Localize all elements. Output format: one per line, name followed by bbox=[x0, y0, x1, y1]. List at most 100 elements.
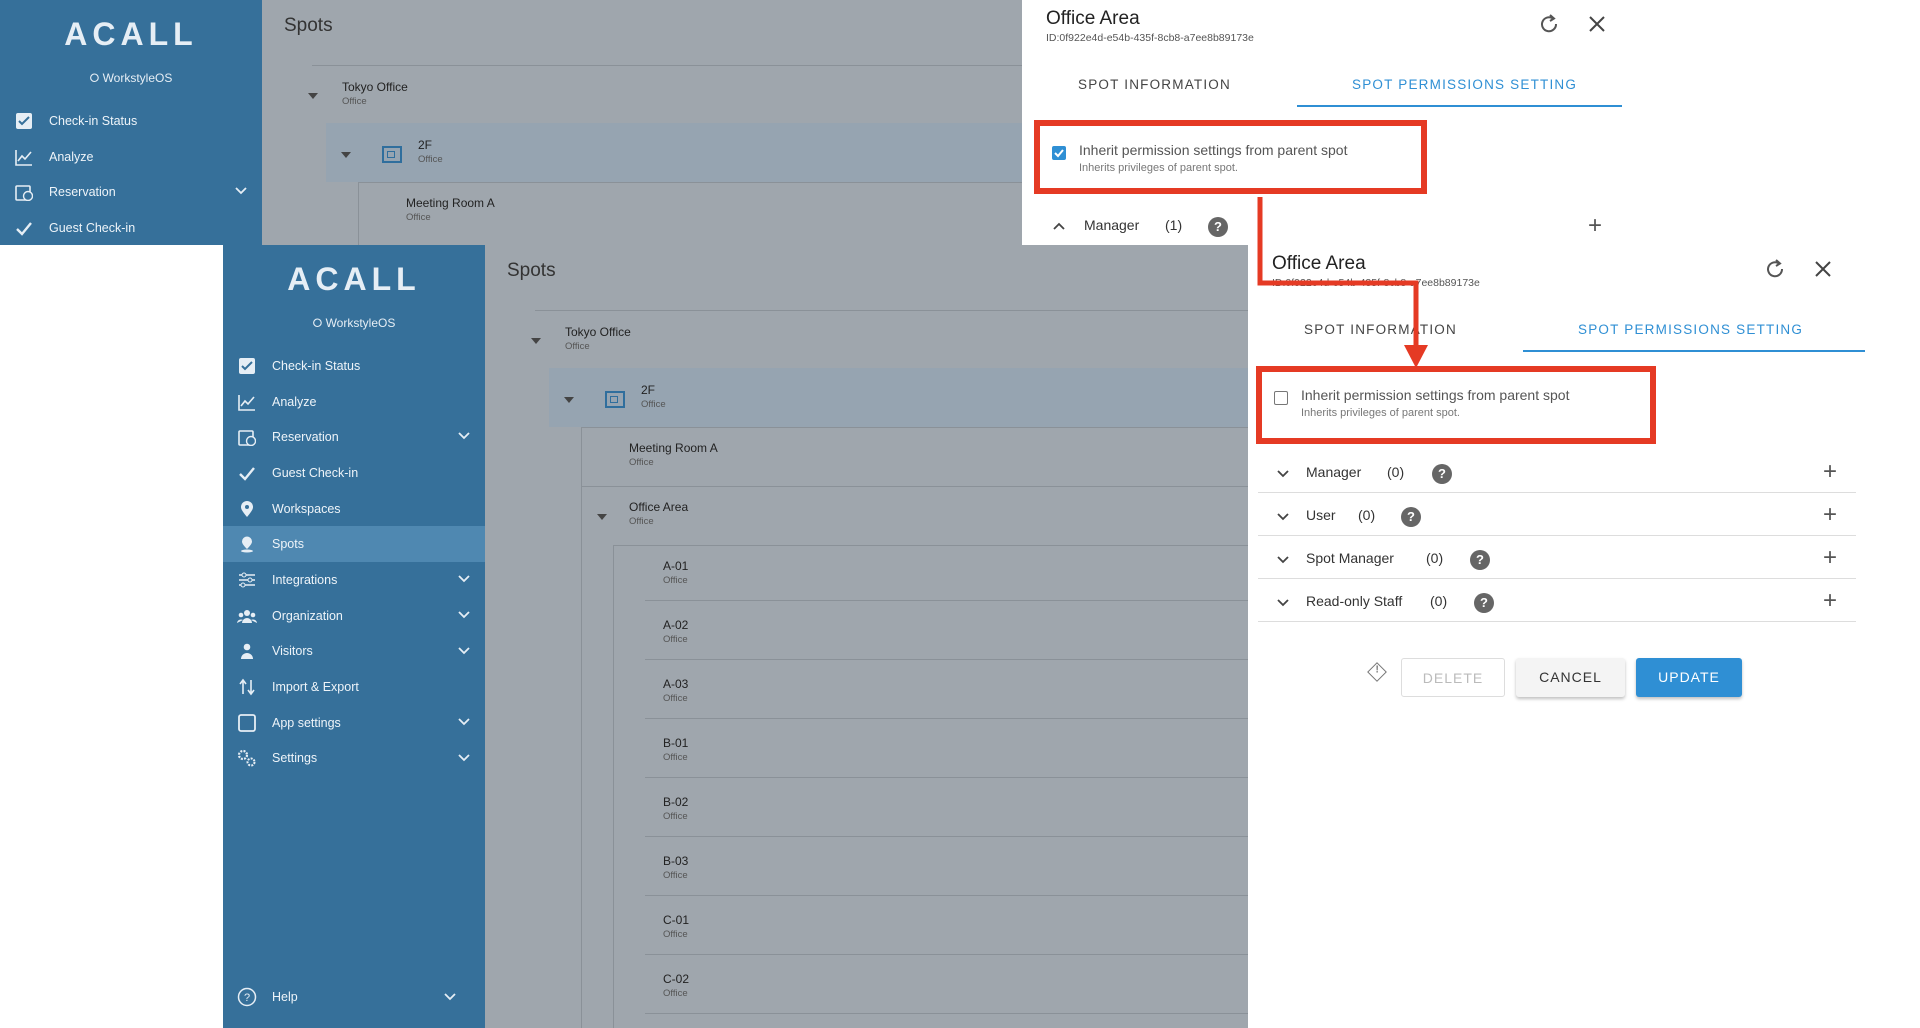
tree-item-desk[interactable]: C-01 Office bbox=[663, 913, 689, 940]
chevron-down-icon[interactable] bbox=[1276, 510, 1290, 529]
sidebar-item-label: Guest Check-in bbox=[49, 220, 136, 235]
chevron-down-icon[interactable] bbox=[457, 572, 471, 589]
permission-name: Manager bbox=[1306, 464, 1362, 480]
sidebar-item-guest-check-in[interactable]: Guest Check-in bbox=[223, 455, 485, 491]
help-icon[interactable]: ? bbox=[1208, 217, 1228, 237]
visitor-icon bbox=[237, 641, 257, 661]
chevron-down-icon[interactable] bbox=[1276, 553, 1290, 572]
caret-down-icon[interactable] bbox=[308, 93, 318, 99]
tree-item-desk[interactable]: B-03 Office bbox=[663, 854, 688, 881]
chevron-down-icon[interactable] bbox=[457, 608, 471, 625]
add-icon[interactable]: + bbox=[1823, 589, 1837, 613]
sidebar-item-check-in-status[interactable]: Check-in Status bbox=[223, 348, 485, 384]
delete-button[interactable]: DELETE bbox=[1401, 658, 1505, 697]
sidebar: ACALL ⭘ WorkstyleOS Check-in Status Anal… bbox=[223, 245, 485, 1028]
sidebar-item-organization[interactable]: Organization bbox=[223, 598, 485, 634]
sidebar-item-label: Settings bbox=[272, 751, 318, 766]
chevron-down-icon[interactable] bbox=[457, 644, 471, 661]
permission-name: Spot Manager bbox=[1306, 550, 1394, 566]
sidebar-item-visitors[interactable]: Visitors bbox=[223, 634, 485, 670]
calendar-icon bbox=[237, 427, 257, 447]
add-icon[interactable]: + bbox=[1588, 214, 1602, 238]
tree-item-desk[interactable]: B-02 Office bbox=[663, 795, 688, 822]
tree-item-tokyo-office[interactable]: Tokyo Office Office bbox=[342, 80, 408, 107]
chevron-down-icon[interactable] bbox=[443, 990, 457, 1007]
calendar-icon bbox=[14, 182, 34, 202]
tree-item-2f[interactable]: 2F Office bbox=[641, 383, 666, 410]
refresh-icon[interactable] bbox=[1537, 12, 1561, 41]
sidebar-item-label: Reservation bbox=[272, 430, 339, 445]
tab-spot-permissions[interactable]: SPOT PERMISSIONS SETTING bbox=[1578, 322, 1803, 337]
permission-row-read-only-staff[interactable]: Read-only Staff (0) ? + bbox=[1258, 580, 1856, 622]
permission-row-user[interactable]: User (0) ? + bbox=[1258, 494, 1856, 536]
gear-icon bbox=[237, 748, 257, 768]
permission-count: (1) bbox=[1165, 217, 1183, 233]
help-icon[interactable]: ? bbox=[1432, 464, 1452, 484]
update-button[interactable]: UPDATE bbox=[1636, 658, 1742, 697]
refresh-icon[interactable] bbox=[1763, 257, 1787, 286]
help-icon[interactable]: ? bbox=[1401, 507, 1421, 527]
close-icon[interactable] bbox=[1813, 259, 1833, 284]
chart-icon bbox=[14, 147, 34, 167]
tree-item-desk[interactable]: C-02 Office bbox=[663, 972, 689, 999]
tree-item-2f[interactable]: 2F Office bbox=[418, 138, 443, 165]
add-icon[interactable]: + bbox=[1823, 546, 1837, 570]
add-icon[interactable]: + bbox=[1823, 503, 1837, 527]
sidebar-item-analyze[interactable]: Analyze bbox=[223, 384, 485, 420]
sidebar-item-reservation[interactable]: Reservation bbox=[0, 174, 262, 210]
tree-item-office-area[interactable]: Office Area Office bbox=[629, 500, 688, 527]
spot-id: ID:0f922e4d-e54b-435f-8cb8-a7ee8b89173e bbox=[1046, 32, 1254, 44]
caret-down-icon[interactable] bbox=[341, 152, 351, 158]
permission-count: (0) bbox=[1358, 507, 1376, 523]
checkbox-icon bbox=[14, 111, 34, 131]
caret-down-icon[interactable] bbox=[564, 397, 574, 403]
chevron-down-icon[interactable] bbox=[234, 184, 248, 201]
highlight-box bbox=[1034, 120, 1427, 194]
check-icon bbox=[237, 463, 257, 483]
chevron-down-icon[interactable] bbox=[1276, 467, 1290, 486]
sidebar-item-app-settings[interactable]: App settings bbox=[223, 705, 485, 741]
sidebar-item-workspaces[interactable]: Workspaces bbox=[223, 491, 485, 527]
help-link[interactable]: ? Help bbox=[237, 987, 471, 1007]
warning-icon: ! bbox=[1367, 662, 1387, 682]
caret-down-icon[interactable] bbox=[531, 338, 541, 344]
sidebar-item-analyze[interactable]: Analyze bbox=[0, 139, 262, 175]
chevron-down-icon[interactable] bbox=[457, 429, 471, 446]
cancel-button[interactable]: CANCEL bbox=[1516, 658, 1625, 697]
permission-row-spot-manager[interactable]: Spot Manager (0) ? + bbox=[1258, 537, 1856, 579]
sidebar-item-guest-check-in[interactable]: Guest Check-in bbox=[0, 210, 262, 245]
tree-item-tokyo-office[interactable]: Tokyo Office Office bbox=[565, 325, 631, 352]
sidebar-nav: Check-in Status Analyze Reservation Gues… bbox=[223, 348, 485, 776]
permission-count: (0) bbox=[1387, 464, 1405, 480]
workstyle-logo: ⭘ WorkstyleOS bbox=[89, 71, 173, 85]
close-icon[interactable] bbox=[1587, 14, 1607, 39]
chevron-down-icon[interactable] bbox=[457, 715, 471, 732]
tab-spot-information[interactable]: SPOT INFORMATION bbox=[1078, 77, 1231, 92]
add-icon[interactable]: + bbox=[1823, 460, 1837, 484]
tree-item-meeting-room-a[interactable]: Meeting Room A Office bbox=[629, 441, 718, 468]
tree-item-desk[interactable]: A-01 Office bbox=[663, 559, 688, 586]
help-icon[interactable]: ? bbox=[1474, 593, 1494, 613]
chevron-up-icon[interactable] bbox=[1052, 219, 1066, 238]
tab-spot-permissions[interactable]: SPOT PERMISSIONS SETTING bbox=[1352, 77, 1577, 92]
help-icon[interactable]: ? bbox=[1470, 550, 1490, 570]
sidebar-item-integrations[interactable]: Integrations bbox=[223, 562, 485, 598]
sidebar-item-settings[interactable]: Settings bbox=[223, 741, 485, 777]
tree-item-meeting-room-a[interactable]: Meeting Room A Office bbox=[406, 196, 495, 223]
chevron-down-icon[interactable] bbox=[1276, 596, 1290, 615]
sidebar-item-label: Check-in Status bbox=[272, 358, 361, 373]
tree-item-desk[interactable]: B-01 Office bbox=[663, 736, 688, 763]
screenshot-before: ACALL ⭘ WorkstyleOS Check-in Status Anal… bbox=[0, 0, 1622, 245]
permission-row-manager[interactable]: Manager (0) ? + bbox=[1258, 451, 1856, 493]
sidebar-item-spots[interactable]: Spots bbox=[223, 526, 485, 563]
tree-item-desk[interactable]: A-03 Office bbox=[663, 677, 688, 704]
chevron-down-icon[interactable] bbox=[457, 751, 471, 768]
tree-item-desk[interactable]: A-02 Office bbox=[663, 618, 688, 645]
sidebar-item-check-in-status[interactable]: Check-in Status bbox=[0, 103, 262, 139]
sidebar-item-reservation[interactable]: Reservation bbox=[223, 419, 485, 455]
sidebar-item-label: Spots bbox=[272, 537, 304, 552]
caret-down-icon[interactable] bbox=[597, 514, 607, 520]
sidebar-item-import-export[interactable]: Import & Export bbox=[223, 669, 485, 705]
tab-spot-information[interactable]: SPOT INFORMATION bbox=[1304, 322, 1457, 337]
panel-title: Office Area bbox=[1046, 8, 1140, 29]
